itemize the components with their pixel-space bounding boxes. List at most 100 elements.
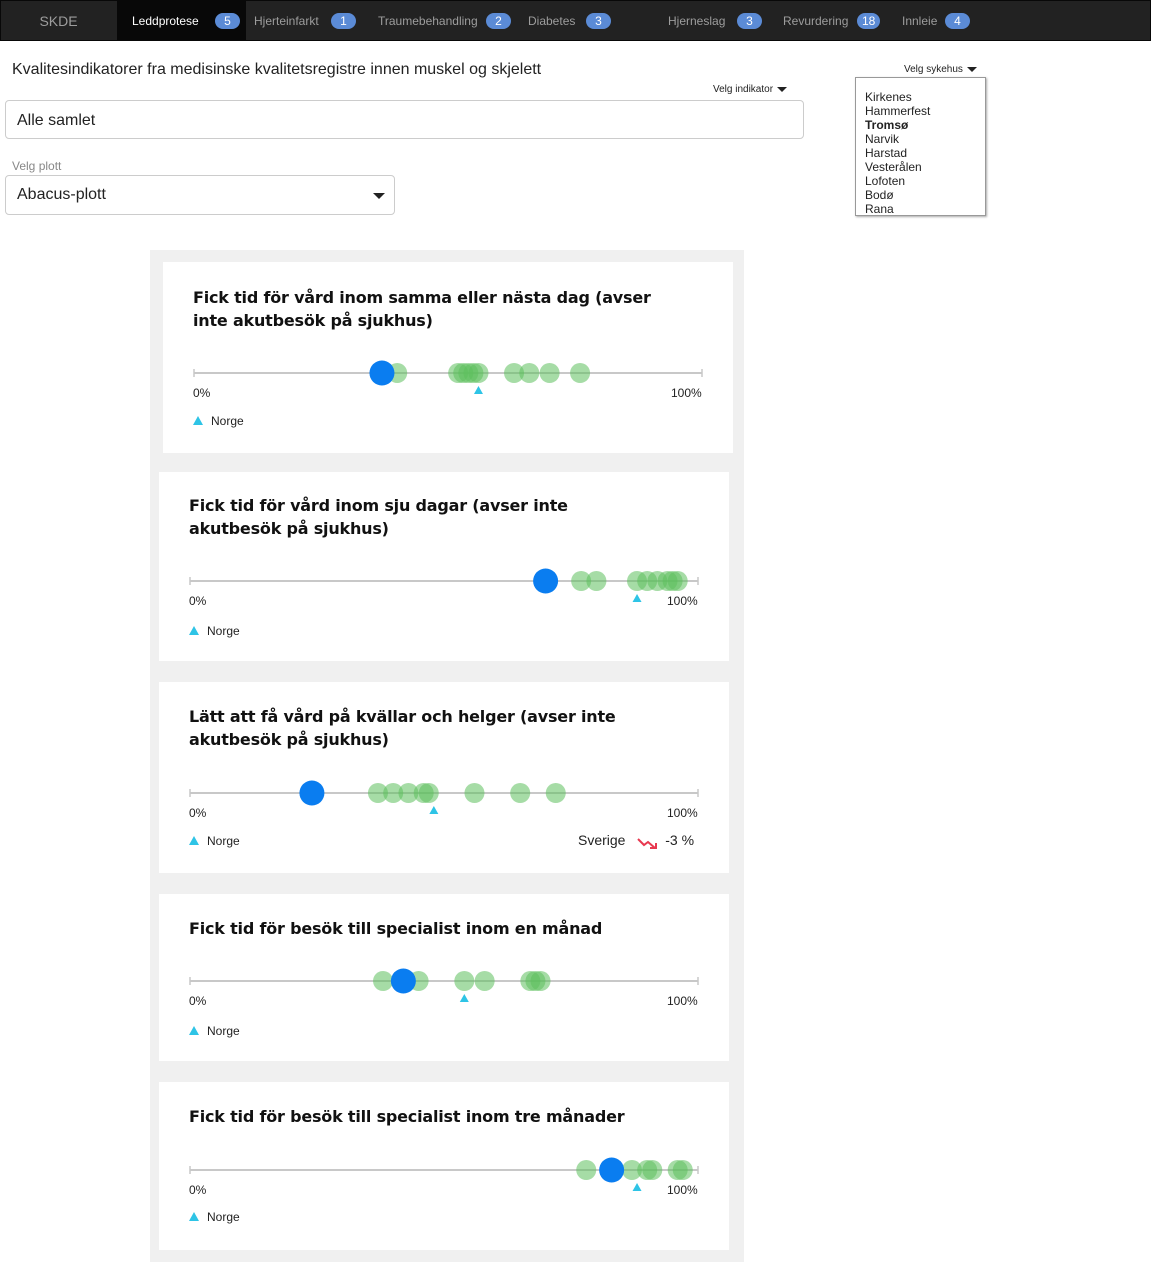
tab-innleie[interactable]: Innleie 4	[891, 1, 981, 41]
indicator-dropdown-label: Velg indikator	[713, 84, 774, 95]
axis-min-label: 0%	[189, 806, 207, 820]
legend-national: Norge	[189, 834, 240, 848]
national-marker	[632, 1183, 642, 1191]
hospital-item-harstad[interactable]: Harstad	[865, 146, 985, 160]
national-marker	[459, 994, 469, 1002]
plot-select-value: Abacus-plott	[17, 186, 106, 203]
chevron-down-icon	[966, 66, 977, 72]
chevron-down-icon	[777, 86, 788, 92]
top-navbar: SKDE Leddprotese 5 Hjerteinfarkt 1 Traum…	[0, 0, 1151, 41]
triangle-marker-icon	[189, 836, 199, 845]
hospital-dot	[418, 783, 439, 803]
brand-logo[interactable]: SKDE	[1, 1, 116, 40]
axis-max-label: 100%	[671, 386, 702, 400]
hospital-dot	[530, 971, 551, 991]
tab-badge: 4	[945, 13, 970, 29]
tab-badge: 3	[586, 13, 611, 29]
trend-down-icon	[637, 838, 658, 850]
tab-label: Innleie	[902, 14, 938, 28]
indicator-select[interactable]: Alle samlet	[5, 100, 804, 139]
plot-select-label: Velg plott	[12, 159, 62, 173]
hospital-item-tromso[interactable]: Tromsø	[865, 118, 985, 132]
tab-label: Traumebehandling	[378, 14, 478, 28]
plot-type-select[interactable]: Abacus-plott	[5, 175, 395, 215]
tab-badge: 3	[737, 13, 762, 29]
axis-min-label: 0%	[189, 594, 207, 608]
legend-label: Norge	[207, 1024, 240, 1038]
trend-indicator: Sverige -3 %	[578, 832, 695, 850]
indicator-card: Lätt att få vård på kvällar och helger (…	[159, 682, 729, 873]
indicator-card: Fick tid för besök till specialist inom …	[159, 894, 729, 1061]
hospital-dot	[373, 971, 394, 991]
hospital-dot	[539, 363, 560, 383]
hospital-dot	[586, 571, 607, 591]
triangle-marker-icon	[193, 416, 203, 425]
hospital-dot	[576, 1160, 597, 1180]
hospital-dot	[464, 783, 485, 803]
hospital-dropdown-toggle[interactable]: Velg sykehus	[904, 64, 977, 75]
hospital-dot	[510, 783, 531, 803]
tab-label: Hjerneslag	[668, 14, 726, 28]
hospital-dot	[468, 363, 489, 383]
abacus-plot	[189, 1157, 699, 1191]
page-title: Kvalitesindikatorer fra medisinske kvali…	[12, 61, 542, 78]
axis-max-label: 100%	[667, 594, 698, 608]
hospital-item-kirkenes[interactable]: Kirkenes	[865, 90, 985, 104]
hospital-item-rana[interactable]: Rana	[865, 202, 985, 215]
selected-hospital-dot	[599, 1157, 625, 1183]
legend-national: Norge	[193, 414, 244, 428]
tab-label: Revurdering	[783, 14, 849, 28]
tab-diabetes[interactable]: Diabetes 3	[516, 1, 626, 41]
tab-leddprotese[interactable]: Leddprotese 5	[117, 1, 246, 41]
hospital-dot	[519, 363, 540, 383]
axis-min-label: 0%	[189, 1183, 207, 1197]
axis-max-label: 100%	[667, 994, 698, 1008]
tab-label: Diabetes	[528, 14, 576, 28]
hospital-dot	[642, 1160, 663, 1180]
tab-badge: 5	[215, 13, 240, 29]
hospital-item-hammerfest[interactable]: Hammerfest	[865, 104, 985, 118]
hospital-dot	[474, 971, 495, 991]
triangle-marker-icon	[189, 1212, 199, 1221]
tab-revurdering[interactable]: Revurdering 18	[771, 1, 891, 41]
hospital-dot	[454, 971, 475, 991]
abacus-plot	[193, 360, 703, 394]
tab-hjerteinfarkt[interactable]: Hjerteinfarkt 1	[246, 1, 366, 41]
hospital-dot	[545, 783, 566, 803]
triangle-marker-icon	[189, 626, 199, 635]
axis-max-label: 100%	[667, 806, 698, 820]
hospital-list: Kirkenes Hammerfest Tromsø Narvik Harsta…	[855, 77, 986, 216]
hospital-item-narvik[interactable]: Narvik	[865, 132, 985, 146]
legend-national: Norge	[189, 624, 240, 638]
tab-hjerneslag[interactable]: Hjerneslag 3	[656, 1, 771, 41]
trend-value: -3 %	[665, 832, 695, 848]
hospital-dot	[570, 363, 591, 383]
legend-label: Norge	[211, 414, 244, 428]
chevron-down-icon	[373, 193, 385, 199]
indicator-card: Fick tid för vård inom sju dagar (avser …	[159, 472, 729, 661]
national-marker	[473, 386, 483, 394]
legend-label: Norge	[207, 624, 240, 638]
hospital-item-vesteralen[interactable]: Vesterålen	[865, 160, 985, 174]
hospital-item-bodo[interactable]: Bodø	[865, 188, 985, 202]
hospital-dropdown-label: Velg sykehus	[904, 64, 963, 75]
tab-badge: 1	[331, 13, 356, 29]
selected-hospital-dot	[369, 360, 395, 386]
selected-hospital-dot	[533, 568, 559, 594]
national-marker	[429, 806, 439, 814]
axis-max-label: 100%	[667, 1183, 698, 1197]
tab-label: Leddprotese	[132, 14, 199, 28]
hospital-dot	[667, 571, 688, 591]
trend-label: Sverige	[578, 832, 626, 848]
indicator-dropdown-toggle[interactable]: Velg indikator	[713, 84, 788, 95]
legend-label: Norge	[207, 1210, 240, 1224]
tab-badge: 2	[486, 13, 511, 29]
selected-hospital-dot	[299, 780, 325, 806]
national-marker	[632, 594, 642, 602]
tab-traumebehandling[interactable]: Traumebehandling 2	[366, 1, 516, 41]
axis-min-label: 0%	[193, 386, 211, 400]
hospital-item-lofoten[interactable]: Lofoten	[865, 174, 985, 188]
indicator-card: Fick tid för vård inom samma eller nästa…	[163, 262, 733, 453]
selected-hospital-dot	[390, 968, 416, 994]
abacus-plot	[189, 968, 699, 1002]
